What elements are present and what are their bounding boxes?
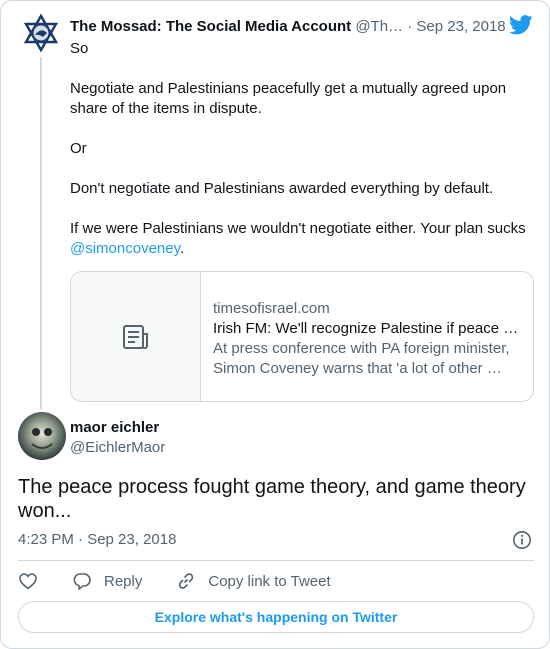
link-domain: timesofisrael.com <box>213 300 330 317</box>
quoted-paragraph: Or <box>70 140 87 157</box>
heart-icon <box>19 573 37 590</box>
link-icon <box>179 573 194 589</box>
link-title: Irish FM: We'll recognize Palestine if p… <box>213 320 519 337</box>
reply-icon <box>73 573 91 590</box>
copy-link-button[interactable]: Copy link to Tweet <box>176 571 331 591</box>
tweet-embed-card: The Mossad: The Social Media Account @Th… <box>0 0 550 649</box>
reply-label: Reply <box>104 572 143 590</box>
maor-avatar[interactable] <box>18 412 66 460</box>
quoted-handle[interactable]: @Th… <box>355 18 403 35</box>
reply-button[interactable]: Reply <box>72 571 142 591</box>
like-button[interactable] <box>18 571 38 591</box>
quoted-display-name[interactable]: The Mossad: The Social Media Account <box>70 18 351 35</box>
action-bar: Reply Copy link to Tweet <box>18 569 331 593</box>
quoted-paragraph-text: If we were Palestinians we wouldn't nego… <box>70 220 526 237</box>
divider <box>18 560 534 561</box>
thread-line <box>40 57 42 409</box>
quoted-paragraph-last: If we were Palestinians we wouldn't nego… <box>70 219 532 259</box>
mention-suffix: . <box>180 240 185 257</box>
quoted-tweet-text: So Negotiate and Palestinians peacefully… <box>70 39 532 259</box>
tweet-text: The peace process fought game theory, an… <box>18 476 526 522</box>
explore-twitter-button[interactable]: Explore what's happening on Twitter <box>18 601 534 633</box>
article-icon <box>122 324 148 349</box>
link-card-body: timesofisrael.com Irish FM: We'll recogn… <box>201 272 533 401</box>
author-display-name[interactable]: maor eichler <box>70 418 159 438</box>
mossad-avatar[interactable] <box>21 13 61 53</box>
link-preview-card[interactable]: timesofisrael.com Irish FM: We'll recogn… <box>70 271 534 402</box>
mention-link[interactable]: @simoncoveney <box>70 240 180 257</box>
tweet-timestamp[interactable]: 4:23 PM · Sep 23, 2018 <box>18 530 176 550</box>
twitter-bird-icon[interactable] <box>509 15 533 35</box>
quoted-paragraph: So <box>70 40 89 57</box>
quoted-paragraph: Don't negotiate and Palestinians awarded… <box>70 180 494 197</box>
link-thumbnail <box>71 272 201 401</box>
info-icon[interactable] <box>512 530 532 550</box>
quoted-date[interactable]: Sep 23, 2018 <box>416 18 505 35</box>
copy-link-label: Copy link to Tweet <box>208 572 331 590</box>
author-handle[interactable]: @EichlerMaor <box>70 438 165 458</box>
quoted-paragraph: Negotiate and Palestinians peacefully ge… <box>70 80 507 117</box>
quoted-tweet-header: The Mossad: The Social Media Account @Th… <box>70 17 530 37</box>
link-description: At press conference with PA foreign mini… <box>213 340 510 377</box>
